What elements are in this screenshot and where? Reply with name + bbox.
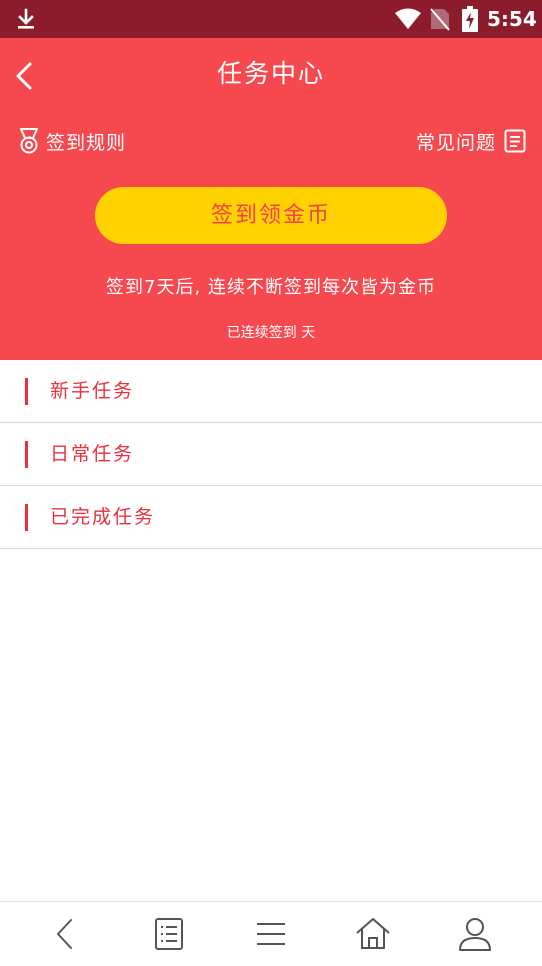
- checkin-description: 签到7天后, 连续不断签到每次皆为金币: [106, 277, 436, 298]
- faq-label: 常见问题: [415, 131, 496, 154]
- task-label: 已完成任务: [50, 506, 156, 528]
- header: 任务中心 签到规则 常见问题 签到领金币 签到7天后, 连续不断签到每次皆为金币…: [0, 38, 542, 360]
- user-icon[interactable]: [455, 914, 495, 954]
- checkin-rules-label: 签到规则: [46, 131, 127, 154]
- menu-icon[interactable]: [251, 914, 291, 954]
- task-marker: [25, 378, 28, 405]
- status-time: 5:54: [487, 7, 537, 31]
- bottom-nav: [0, 901, 542, 966]
- battery-charging-icon: [462, 6, 478, 32]
- medal-icon: [20, 128, 38, 154]
- task-item-completed[interactable]: 已完成任务: [0, 486, 542, 549]
- task-label: 日常任务: [50, 443, 135, 465]
- list-icon[interactable]: [149, 914, 189, 954]
- task-marker: [25, 504, 28, 531]
- document-icon: [504, 129, 526, 153]
- task-marker: [25, 441, 28, 468]
- faq-link[interactable]: 常见问题: [416, 124, 526, 158]
- streak-text: 已连续签到 天: [226, 325, 316, 341]
- checkin-rules-link[interactable]: 签到规则: [18, 124, 126, 158]
- status-bar: 5:54: [0, 0, 542, 38]
- no-sim-icon: [430, 8, 450, 31]
- download-icon: [18, 8, 34, 29]
- task-item-daily[interactable]: 日常任务: [0, 423, 542, 486]
- wifi-icon: [395, 8, 421, 29]
- page-title: 任务中心: [216, 59, 325, 88]
- task-list: 新手任务 日常任务 已完成任务: [0, 360, 542, 549]
- task-label: 新手任务: [50, 380, 135, 402]
- task-item-newbie[interactable]: 新手任务: [0, 360, 542, 423]
- back-icon[interactable]: [46, 914, 86, 954]
- checkin-button[interactable]: 签到领金币: [95, 187, 447, 244]
- home-icon[interactable]: [353, 914, 393, 954]
